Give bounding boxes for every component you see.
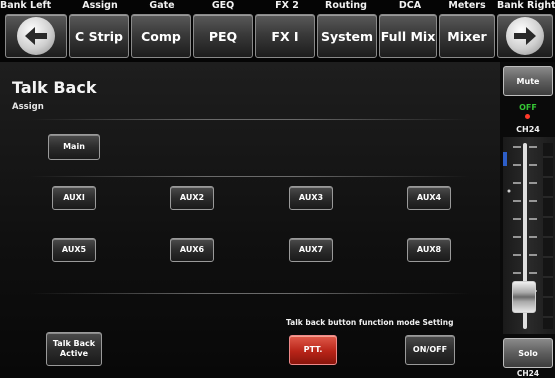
- gate-label: Gate: [149, 0, 175, 11]
- aux7-button[interactable]: AUX7: [289, 238, 333, 262]
- aux4-button[interactable]: AUX4: [407, 186, 451, 210]
- main-assign-button[interactable]: Main: [48, 134, 100, 160]
- divider: [30, 119, 470, 120]
- arrow-left-icon: [17, 17, 55, 55]
- bank-left-button[interactable]: [5, 14, 67, 58]
- aux1-button[interactable]: AUXI: [52, 186, 96, 210]
- arrow-right-icon: [506, 17, 544, 55]
- c-strip-button[interactable]: C Strip: [69, 14, 129, 58]
- mute-button[interactable]: Mute: [503, 66, 553, 96]
- peq-button[interactable]: PEQ: [193, 14, 253, 58]
- talk-back-panel: [0, 62, 500, 378]
- divider: [30, 293, 470, 294]
- channel-label-top: CH24: [516, 125, 540, 134]
- aux8-button[interactable]: AUX8: [407, 238, 451, 262]
- mode-setting-heading: Talk back button function mode Setting: [286, 318, 454, 327]
- solo-button[interactable]: Solo: [503, 338, 553, 368]
- fx2-label: FX 2: [275, 0, 299, 11]
- full-mix-button[interactable]: Full Mix: [379, 14, 437, 58]
- aux5-button[interactable]: AUX5: [52, 238, 96, 262]
- talk-back-active-button[interactable]: Talk Back Active: [46, 332, 102, 366]
- bank-right-label: Bank Right: [497, 0, 555, 11]
- dca-label: DCA: [398, 0, 422, 11]
- ptt-mode-button[interactable]: PTT.: [289, 335, 337, 365]
- page-title: Talk Back: [12, 78, 97, 97]
- assign-subtitle: Assign: [12, 102, 44, 112]
- bank-left-label: Bank Left: [0, 0, 52, 11]
- status-led: [525, 114, 530, 119]
- mute-status: OFF: [519, 103, 537, 112]
- routing-label: Routing: [325, 0, 367, 11]
- assign-label: Assign: [82, 0, 118, 11]
- aux6-button[interactable]: AUX6: [170, 238, 214, 262]
- talk-back-active-line1: Talk Back: [52, 339, 96, 348]
- geq-label: GEQ: [211, 0, 235, 11]
- aux2-button[interactable]: AUX2: [170, 186, 214, 210]
- bank-right-button[interactable]: [497, 14, 553, 58]
- system-button[interactable]: System: [317, 14, 377, 58]
- channel-label-bottom: CH24: [516, 369, 540, 378]
- aux3-button[interactable]: AUX3: [289, 186, 333, 210]
- mixer-button[interactable]: Mixer: [439, 14, 495, 58]
- on-off-mode-button[interactable]: ON/OFF: [405, 335, 455, 365]
- divider: [30, 176, 470, 177]
- talk-back-active-line2: Active: [59, 349, 89, 358]
- fader-knob[interactable]: [512, 281, 536, 314]
- fx1-button[interactable]: FX I: [255, 14, 315, 58]
- comp-button[interactable]: Comp: [131, 14, 191, 58]
- meters-label: Meters: [448, 0, 486, 11]
